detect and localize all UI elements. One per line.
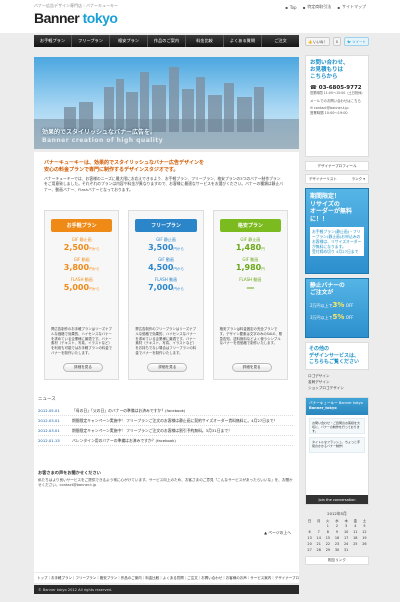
plan-price-row: FLASH 動画 5,000円から [63, 277, 100, 292]
business-hours: 営業時間 11:00〜15:00（土日祝休） [310, 91, 365, 95]
service-shoplogo-link[interactable]: ショップロゴデザイン [308, 385, 369, 391]
calendar: 2012年5月 日月火水木金土 12345 6 7 8 9 10 11 12 13 14 15 1… [305, 511, 369, 553]
plan-detail-button[interactable]: 詳細を見る [231, 363, 272, 372]
plan-detail-button[interactable]: 詳細を見る [147, 363, 188, 372]
twitter-header[interactable]: バナーキューキー Banner tokyo Banner_tokyo [306, 398, 368, 415]
plan-price-row: GIF 静止画 2,500円から [63, 237, 100, 252]
arrow-up-icon: ▲ [264, 530, 268, 535]
plan-price-row: GIF 動画 4,500円から [148, 257, 184, 272]
hero-banner: 効果的でスタイリッシュなバナー広告を。 Banner creation of h… [34, 57, 299, 149]
like-icon: 👍 [308, 39, 313, 44]
page-top-link[interactable]: ▲ ページの上へ [264, 530, 291, 536]
header: バナー広告デザイン専門店｜バナーキューキー Banner tokyo ▪ Top… [0, 0, 400, 33]
news-item[interactable]: 2012.05.01 「母の日」「父の日」のバナーの準備はお済みですか？(face… [38, 406, 293, 416]
plan-detail-button[interactable]: 詳細を見る [63, 363, 103, 372]
contact-title: お問い合わせ、 お見積もりは こちらから [310, 60, 349, 80]
plan-list: お手軽プラン GIF 静止画 2,500円から GIF 動画 3,800円から FL… [44, 210, 288, 380]
plan-header: フリープラン [135, 219, 197, 232]
share-buttons: 👍 いいね！ 0 🐦 ツイート [305, 37, 369, 46]
plan-description: 格安プランは料金固定の完全プランです。デザイン要素は文字のみのSALE、緊急告知… [219, 327, 283, 346]
nav-easy-plan[interactable]: お手軽プラン [34, 35, 72, 47]
business-hours-2: 営業時間 10:00〜19:00 [310, 110, 348, 115]
logo-accent: tokyo [82, 10, 118, 26]
plan-price-row: GIF 静止画 1,480円 [235, 237, 265, 252]
plan-price-row: GIF 動画 3,800円から [63, 257, 100, 272]
chevron-down-icon: ▾ [363, 176, 365, 181]
plan-description: 弊広告制作のお手軽プランはリーズナブルな価格で効果的、ハイセンスなバナーを求めて… [51, 327, 113, 355]
twitter-join-button[interactable]: Join the conversation [306, 495, 368, 504]
plan-price-row: FLASH 動画 — [239, 277, 262, 292]
news-list: 2012.05.01 「母の日」「父の日」のバナーの準備はお済みですか？(face… [38, 406, 293, 446]
nav-faq[interactable]: よくある質問 [224, 35, 262, 47]
twitter-icon: 🐦 [346, 39, 352, 44]
nav-works[interactable]: 作品のご案内 [148, 35, 186, 47]
hero-title: 効果的でスタイリッシュなバナー広告を。 [42, 129, 157, 136]
news-item[interactable]: 2012.03.01 期間限定キャンペーン実施中！ フリープランご注文のお客様は割… [38, 426, 293, 436]
nav-cheap-plan[interactable]: 格安プラン [110, 35, 148, 47]
hero-subtitle: Banner creation of high quality [42, 137, 164, 144]
like-button[interactable]: 👍 いいね！ [305, 37, 330, 46]
utility-top-link[interactable]: ▪ Top [285, 4, 296, 10]
plan-card-easy: お手軽プラン GIF 静止画 2,500円から GIF 動画 3,800円から FL… [44, 210, 120, 380]
sidebar: お問い合わせ、 お見積もりは こちらから ☎ 03-6805-9772 営業時間… [305, 55, 369, 565]
tweet: タイトルなフラッシュ、ちょっと手間のかかるバナー制作！ [309, 437, 365, 453]
plan-card-cheap: 格安プラン GIF 静止画 1,480円 GIF 動画 1,980円 FLASH 動… [212, 210, 288, 380]
tweet-button[interactable]: 🐦 ツイート [343, 37, 369, 46]
plan-header: お手軽プラン [51, 219, 113, 232]
news-item[interactable]: 2012.01.15 バレンタイン用のバナーの準備はお済みですか？(faceboo… [38, 436, 293, 446]
calendar-week-row: 27 28 29 30 31 [307, 548, 349, 552]
footer-links[interactable]: トップ｜お手軽プラン｜フリープラン｜格安プラン｜作品のご案内｜料金比較｜よくある… [34, 573, 299, 583]
site-logo[interactable]: Banner tokyo [34, 10, 118, 26]
feedback-heading: お客さまの声をお聞かせください [38, 470, 101, 475]
global-nav: お手軽プラン フリープラン 格安プラン 作品のご案内 料金比較 よくある質問 ご… [34, 35, 299, 47]
designer-select[interactable]: デザイナーリスト ランク ▾ [305, 174, 369, 184]
twitter-widget: バナーキューキー Banner tokyo Banner_tokyo お問い合わせ… [305, 397, 369, 505]
sitelink-button[interactable]: 相互リンク [305, 556, 369, 565]
mail-icon: ✉ [310, 106, 313, 111]
plan-card-free: フリープラン GIF 静止画 3,500円から GIF 動画 4,500円から FL… [128, 210, 204, 380]
resize-free-promo[interactable]: 期間限定！ リサイズの オーダーが無料に！！ お手軽プラン(静止画)・フリープラ… [305, 188, 369, 274]
logo-text: Banner [34, 10, 80, 26]
plan-price-row: GIF 静止画 3,500円から [148, 237, 184, 252]
utility-nav: ▪ Top ▪ 特定商取引法 ▪ サイトマップ [285, 4, 366, 10]
intro-title: バナーキューキーは、効果的でスタイリッシュなバナー広告デザインを 安心の料金プラ… [44, 160, 205, 173]
mail-label: メールでのお問い合わせはこちら [310, 98, 361, 103]
utility-law-link[interactable]: ▪ 特定商取引法 [303, 4, 332, 10]
like-count: 0 [332, 37, 341, 46]
plan-header: 格安プラン [219, 219, 281, 232]
site-tagline: バナー広告デザイン専門店｜バナーキューキー [34, 3, 118, 8]
plan-price-row: FLASH 動画 7,000円から [148, 277, 184, 292]
nav-price-compare[interactable]: 料金比較 [186, 35, 224, 47]
intro-body: バナーキューキーでは、お客様のニーズに最大限にお応えできるよう、お手軽プラン、フ… [44, 176, 284, 192]
other-services-box[interactable]: その他の デザインサービスは、 こちらもご覧ください [305, 342, 369, 370]
news-item[interactable]: 2012.03.01 期間限定キャンペーン実施中！ フリープランご注文のお客様は静… [38, 416, 293, 426]
plan-price-row: GIF 動画 1,980円 [235, 257, 265, 272]
nav-order[interactable]: ご注文 [262, 35, 299, 47]
designer-profile-link[interactable]: デザイナープロフィール [305, 161, 369, 171]
news-heading: ニュース [38, 397, 56, 402]
tweet: お問い合わせ・ご質問のお客様を大切に、バナーの制作を行っております。 [309, 418, 365, 434]
nav-free-plan[interactable]: フリープラン [72, 35, 110, 47]
calendar-table: 日月火水木金土 12345 6 7 8 9 10 11 12 13 14 15 16 17 18 19 … [305, 517, 369, 553]
feedback-body: 私たちはより良いサービスをご提供できるよう常に心がけています。サービス向上のため… [38, 478, 293, 488]
plan-description: 弊広告制作のフリープランはリーズナブルな価格で効果的、ハイセンスなバナーを求めて… [135, 327, 197, 355]
copyright: © Banner tokyo 2012 All rights reserved. [34, 585, 299, 594]
discount-promo[interactable]: 静止バナーの ご注文が 2万円以上で3% OFF 3万円以上で5% OFF [305, 278, 369, 338]
contact-box[interactable]: お問い合わせ、 お見積もりは こちらから ☎ 03-6805-9772 営業時間… [305, 55, 369, 157]
promo-detail: お手軽プラン(静止画)・フリープラン(静止画)お申込みのお客様は、リサイズオーダ… [310, 227, 364, 256]
main-content: バナーキューキーは、効果的でスタイリッシュなバナー広告デザインを 安心の料金プラ… [34, 152, 299, 572]
utility-sitemap-link[interactable]: ▪ サイトマップ [337, 4, 366, 10]
service-list: ロゴデザイン 名刺デザイン ショップロゴデザイン [305, 373, 369, 391]
